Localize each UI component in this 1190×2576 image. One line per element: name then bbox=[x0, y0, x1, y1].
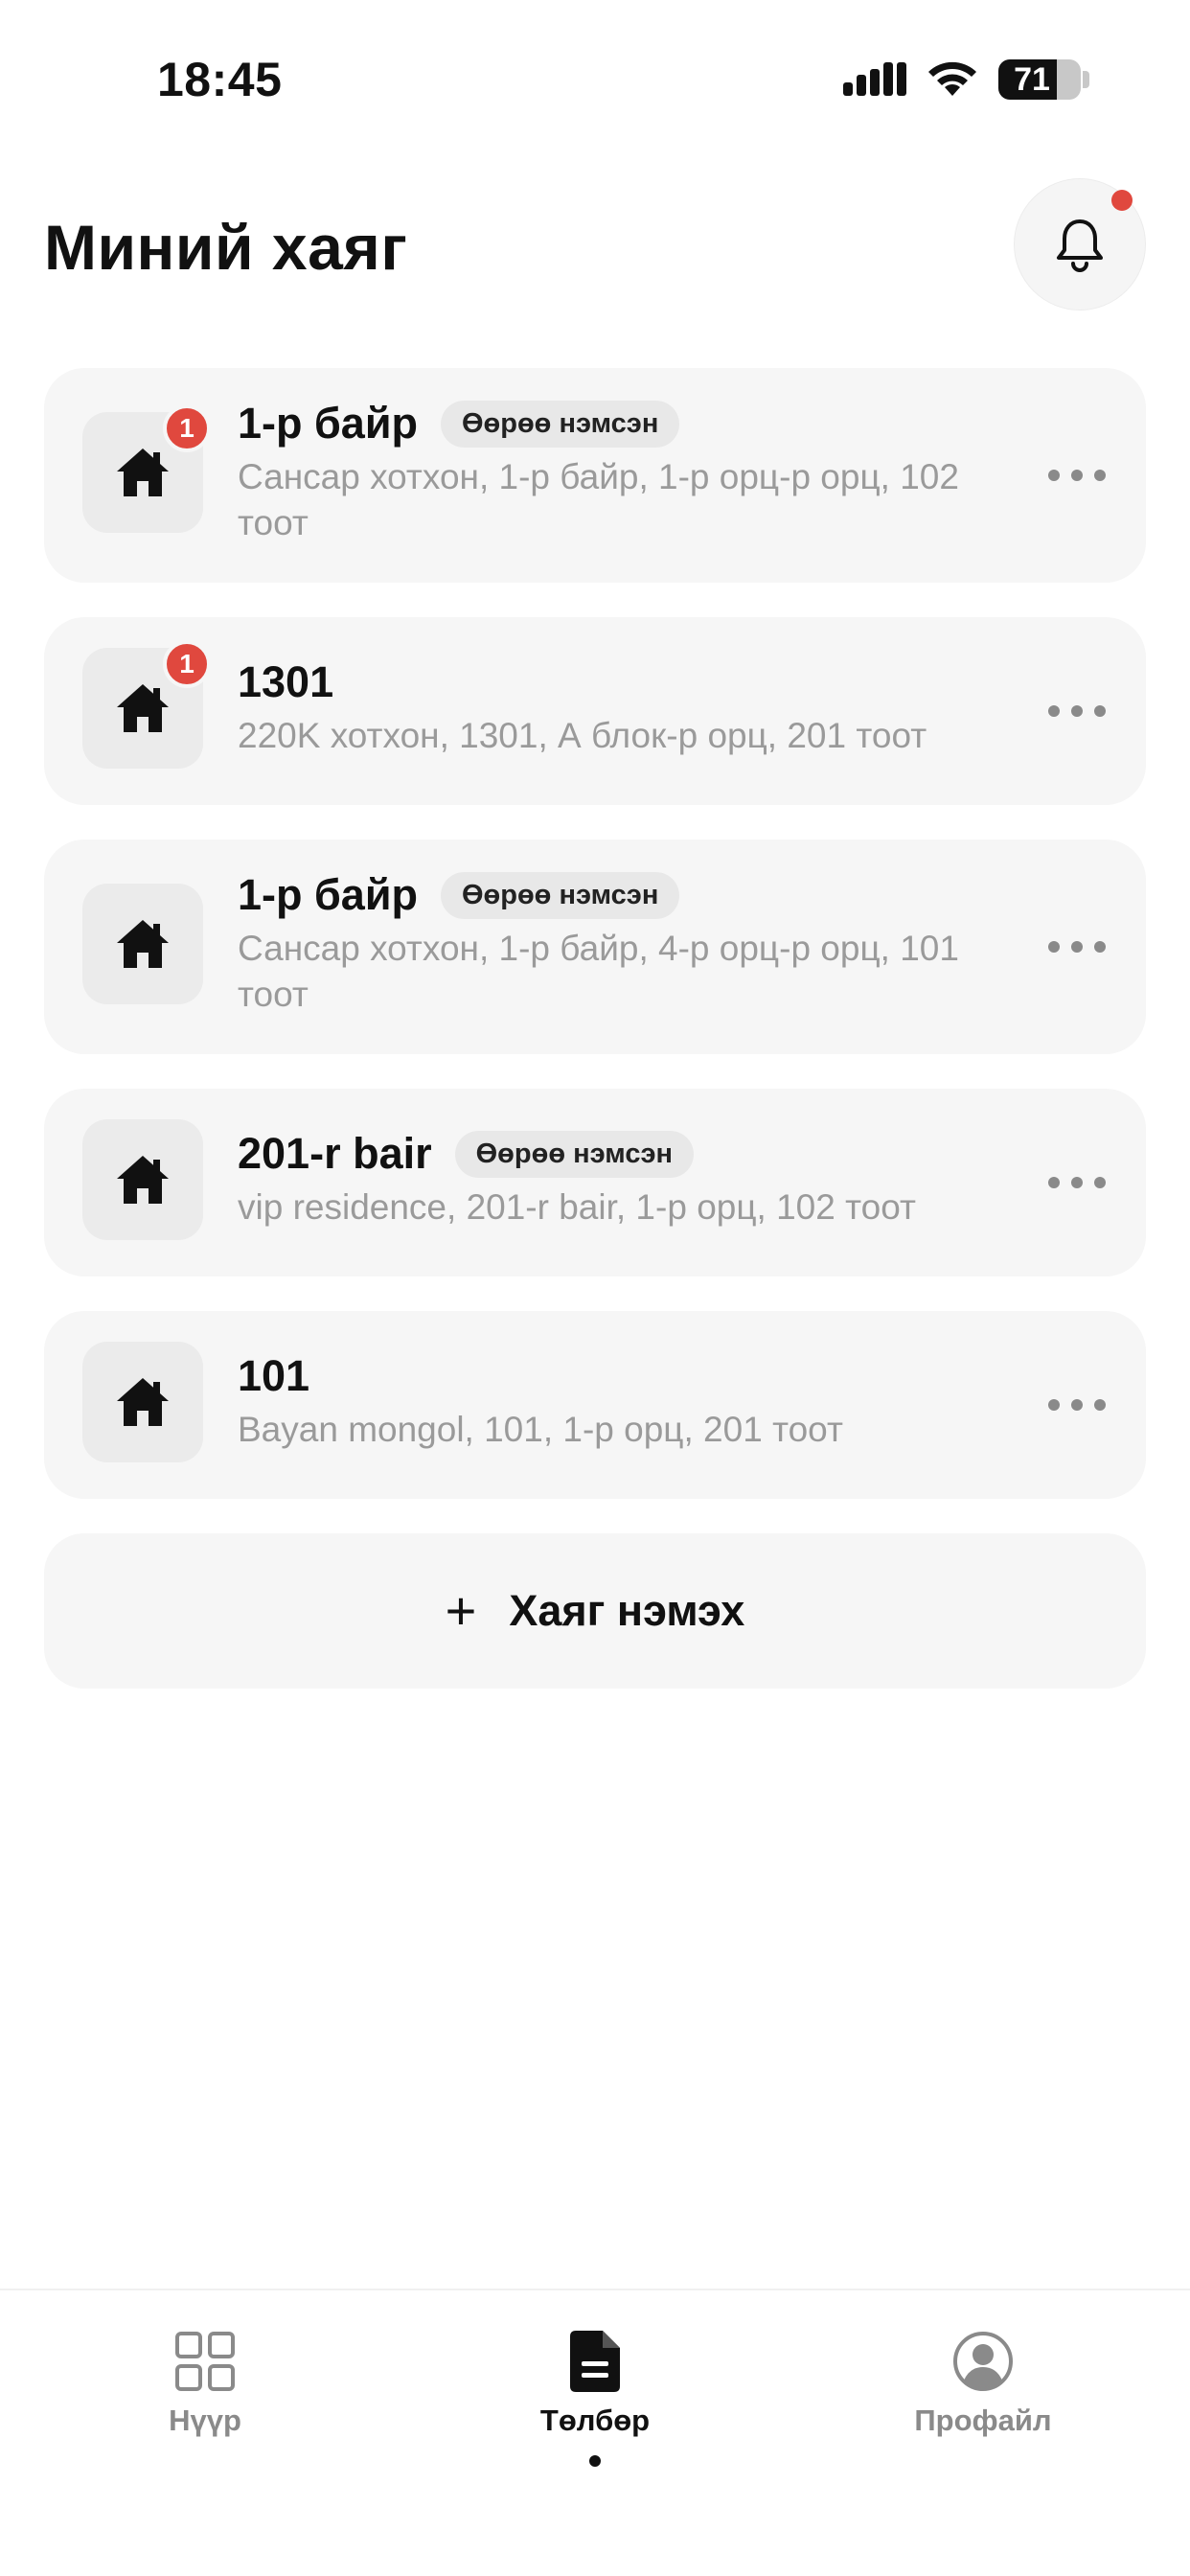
self-added-tag: Өөрөө нэмсэн bbox=[454, 1130, 694, 1178]
address-detail: Сансар хотхон, 1-р байр, 4-р орц-р орц, … bbox=[238, 929, 959, 1014]
document-icon bbox=[570, 2331, 620, 2392]
more-options-icon[interactable] bbox=[1048, 1386, 1106, 1424]
user-circle-icon bbox=[953, 2332, 1013, 2391]
nav-item-home[interactable]: Нүүр bbox=[80, 2331, 330, 2438]
nav-label-home: Нүүр bbox=[169, 2404, 241, 2437]
address-title: 1-р байр bbox=[238, 399, 418, 448]
address-title: 101 bbox=[238, 1351, 310, 1400]
address-card[interactable]: 101 Bayan mongol, 101, 1-р орц, 201 тоот bbox=[44, 1311, 1146, 1499]
battery-level: 71 bbox=[1014, 61, 1050, 98]
address-title: 201-r bair bbox=[238, 1129, 432, 1178]
nav-item-profile[interactable]: Профайл bbox=[858, 2331, 1108, 2438]
address-detail: Bayan mongol, 101, 1-р орц, 201 тоот bbox=[238, 1410, 843, 1449]
address-title: 1-р байр bbox=[238, 870, 418, 919]
house-icon bbox=[117, 684, 169, 732]
add-address-button[interactable]: + Хаяг нэмэх bbox=[44, 1533, 1146, 1689]
house-icon bbox=[117, 1378, 169, 1426]
notification-dot bbox=[1111, 190, 1133, 211]
nav-label-profile: Профайл bbox=[914, 2404, 1052, 2437]
house-icon bbox=[117, 448, 169, 496]
unread-badge: 1 bbox=[163, 640, 211, 688]
address-list: 1 1-р байр Өөрөө нэмсэн Сансар хотхон, 1… bbox=[44, 368, 1146, 1689]
self-added-tag: Өөрөө нэмсэн bbox=[440, 871, 680, 919]
unread-badge: 1 bbox=[163, 404, 211, 452]
address-detail: 220K хотхон, 1301, А блок-р орц, 201 тоо… bbox=[238, 716, 927, 755]
wifi-icon bbox=[928, 61, 976, 96]
address-icon-box bbox=[82, 1342, 203, 1462]
address-card[interactable]: 1 1301 220K хотхон, 1301, А блок-р орц, … bbox=[44, 617, 1146, 805]
bell-icon bbox=[1057, 219, 1103, 272]
battery-cap bbox=[1083, 71, 1089, 88]
grid-icon bbox=[175, 2332, 235, 2391]
more-options-icon[interactable] bbox=[1048, 456, 1106, 494]
self-added-tag: Өөрөө нэмсэн bbox=[440, 400, 680, 448]
address-detail: Сансар хотхон, 1-р байр, 1-р орц-р орц, … bbox=[238, 457, 959, 542]
bottom-navigation: Нүүр Төлбөр Профайл bbox=[0, 2288, 1190, 2576]
address-icon-box bbox=[82, 884, 203, 1004]
more-options-icon[interactable] bbox=[1048, 692, 1106, 730]
address-card[interactable]: 1 1-р байр Өөрөө нэмсэн Сансар хотхон, 1… bbox=[44, 368, 1146, 583]
cellular-signal-icon bbox=[843, 62, 906, 96]
address-card[interactable]: 1-р байр Өөрөө нэмсэн Сансар хотхон, 1-р… bbox=[44, 840, 1146, 1054]
address-icon-box: 1 bbox=[82, 404, 211, 533]
status-time: 18:45 bbox=[157, 53, 283, 106]
plus-icon: + bbox=[445, 1580, 477, 1641]
more-options-icon[interactable] bbox=[1048, 1163, 1106, 1202]
address-icon-box bbox=[82, 1119, 203, 1240]
address-icon-box: 1 bbox=[82, 640, 211, 769]
screen: 18:45 71 Миний хаяг 1 1-р байр Өөрөө нэм… bbox=[0, 0, 1190, 2576]
address-card[interactable]: 201-r bair Өөрөө нэмсэн vip residence, 2… bbox=[44, 1089, 1146, 1276]
add-address-label: Хаяг нэмэх bbox=[509, 1586, 745, 1635]
battery-indicator: 71 bbox=[998, 59, 1081, 100]
house-icon bbox=[117, 1156, 169, 1204]
address-detail: vip residence, 201-r bair, 1-р орц, 102 … bbox=[238, 1187, 916, 1227]
more-options-icon[interactable] bbox=[1048, 928, 1106, 966]
active-indicator-dot bbox=[589, 2455, 601, 2467]
nav-label-payment: Төлбөр bbox=[539, 2404, 651, 2437]
address-title: 1301 bbox=[238, 657, 334, 706]
nav-item-payment[interactable]: Төлбөр bbox=[470, 2331, 720, 2467]
page-title: Миний хаяг bbox=[44, 212, 408, 283]
house-icon bbox=[117, 920, 169, 968]
